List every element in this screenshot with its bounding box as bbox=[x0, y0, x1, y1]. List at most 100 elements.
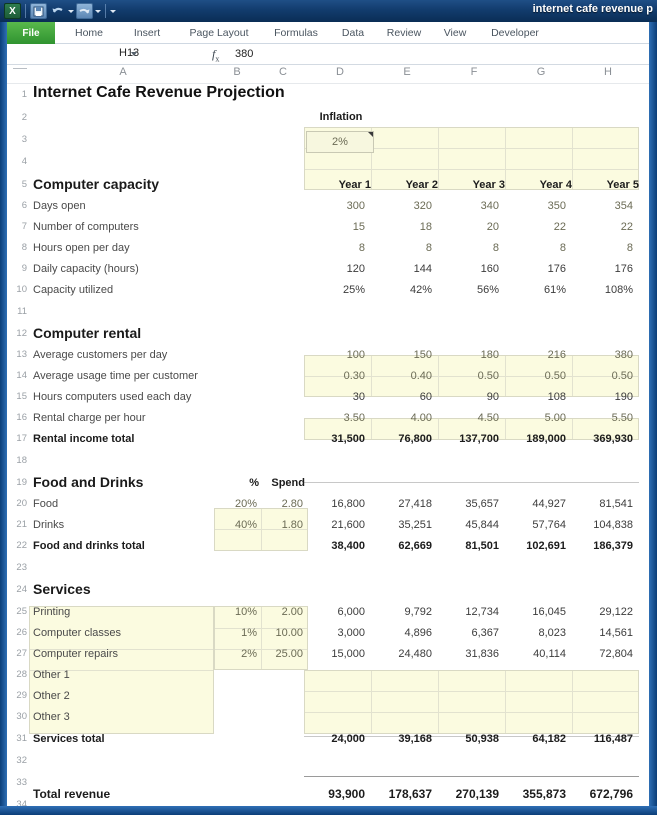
cell-repairs-pct[interactable]: 2% bbox=[217, 648, 257, 660]
cell-repairs-spend[interactable]: 25.00 bbox=[259, 648, 303, 660]
tab-home[interactable]: Home bbox=[65, 22, 113, 44]
cell-rental-total-y4[interactable]: 189,000 bbox=[512, 433, 566, 445]
tab-file[interactable]: File bbox=[7, 22, 55, 44]
row-header-3[interactable]: 3 bbox=[7, 134, 27, 145]
column-header-c[interactable]: C bbox=[263, 66, 303, 78]
row-header-9[interactable]: 9 bbox=[7, 263, 27, 274]
name-box-dropdown-icon[interactable] bbox=[131, 52, 137, 56]
cell-drinks-y2[interactable]: 35,251 bbox=[378, 519, 432, 531]
cell-hours-open-y5[interactable]: 8 bbox=[579, 242, 633, 254]
cell-drinks-spend[interactable]: 1.80 bbox=[259, 519, 303, 531]
cell-repairs-y2[interactable]: 24,480 bbox=[378, 648, 432, 660]
row-header-14[interactable]: 14 bbox=[7, 370, 27, 381]
row-header-6[interactable]: 6 bbox=[7, 200, 27, 211]
row-header-31[interactable]: 31 bbox=[7, 733, 27, 744]
row-header-27[interactable]: 27 bbox=[7, 648, 27, 659]
cell-food-drinks-total-y5[interactable]: 186,379 bbox=[579, 540, 633, 552]
cell-daily-capacity-y3[interactable]: 160 bbox=[445, 263, 499, 275]
cell-drinks-y5[interactable]: 104,838 bbox=[579, 519, 633, 531]
cell-hours-open-y1[interactable]: 8 bbox=[311, 242, 365, 254]
column-header-f[interactable]: F bbox=[454, 66, 494, 78]
row-label-other-1[interactable]: Other 1 bbox=[33, 669, 70, 681]
cell-rental-charge-y5[interactable]: 5.50 bbox=[579, 412, 633, 424]
row-header-13[interactable]: 13 bbox=[7, 349, 27, 360]
row-header-11[interactable]: 11 bbox=[7, 306, 27, 317]
row-header-24[interactable]: 24 bbox=[7, 584, 27, 595]
row-header-7[interactable]: 7 bbox=[7, 221, 27, 232]
row-label-computer-repairs[interactable]: Computer repairs bbox=[33, 648, 118, 660]
cell-hours-open-y4[interactable]: 8 bbox=[512, 242, 566, 254]
column-header-a[interactable]: A bbox=[103, 66, 143, 78]
tab-insert[interactable]: Insert bbox=[123, 22, 171, 44]
tab-developer[interactable]: Developer bbox=[481, 22, 549, 44]
cell-printing-y3[interactable]: 12,734 bbox=[445, 606, 499, 618]
row-header-23[interactable]: 23 bbox=[7, 562, 27, 573]
cell-avg-customers-y1[interactable]: 100 bbox=[311, 349, 365, 361]
cell-total-revenue-y1[interactable]: 93,900 bbox=[311, 787, 365, 801]
cell-capacity-utilized-y3[interactable]: 56% bbox=[445, 284, 499, 296]
cell-food-y1[interactable]: 16,800 bbox=[311, 498, 365, 510]
row-header-34[interactable]: 34 bbox=[7, 799, 27, 806]
cell-repairs-y3[interactable]: 31,836 bbox=[445, 648, 499, 660]
row-header-22[interactable]: 22 bbox=[7, 540, 27, 551]
redo-icon[interactable] bbox=[76, 3, 93, 19]
cell-services-total-y3[interactable]: 50,938 bbox=[445, 733, 499, 745]
cell-avg-customers-y4[interactable]: 216 bbox=[512, 349, 566, 361]
cell-num-computers-y4[interactable]: 22 bbox=[512, 221, 566, 233]
cell-classes-pct[interactable]: 1% bbox=[217, 627, 257, 639]
cell-drinks-y4[interactable]: 57,764 bbox=[512, 519, 566, 531]
cell-printing-y2[interactable]: 9,792 bbox=[378, 606, 432, 618]
column-header-d[interactable]: D bbox=[320, 66, 360, 78]
cell-avg-customers-y5[interactable]: 380 bbox=[579, 349, 633, 361]
quick-access-toolbar[interactable]: X bbox=[4, 2, 116, 20]
save-icon[interactable] bbox=[30, 3, 47, 19]
tab-review[interactable]: Review bbox=[379, 22, 429, 44]
insert-function-icon[interactable]: fx bbox=[212, 47, 219, 63]
cell-avg-usage-y4[interactable]: 0.50 bbox=[512, 370, 566, 382]
cell-daily-capacity-y4[interactable]: 176 bbox=[512, 263, 566, 275]
cell-avg-usage-y3[interactable]: 0.50 bbox=[445, 370, 499, 382]
cell-food-pct[interactable]: 20% bbox=[217, 498, 257, 510]
cell-printing-y1[interactable]: 6,000 bbox=[311, 606, 365, 618]
column-header-h[interactable]: H bbox=[588, 66, 628, 78]
cell-repairs-y1[interactable]: 15,000 bbox=[311, 648, 365, 660]
row-header-30[interactable]: 30 bbox=[7, 711, 27, 722]
row-header-25[interactable]: 25 bbox=[7, 606, 27, 617]
cell-num-computers-y5[interactable]: 22 bbox=[579, 221, 633, 233]
cell-rental-total-y3[interactable]: 137,700 bbox=[445, 433, 499, 445]
cell-drinks-pct[interactable]: 40% bbox=[217, 519, 257, 531]
row-header-18[interactable]: 18 bbox=[7, 455, 27, 466]
cell-drinks-y1[interactable]: 21,600 bbox=[311, 519, 365, 531]
cell-hours-used-y4[interactable]: 108 bbox=[512, 391, 566, 403]
cell-days-open-y5[interactable]: 354 bbox=[579, 200, 633, 212]
cell-avg-customers-y3[interactable]: 180 bbox=[445, 349, 499, 361]
cell-daily-capacity-y5[interactable]: 176 bbox=[579, 263, 633, 275]
cell-food-y3[interactable]: 35,657 bbox=[445, 498, 499, 510]
cell-services-total-y1[interactable]: 24,000 bbox=[311, 733, 365, 745]
cell-printing-spend[interactable]: 2.00 bbox=[259, 606, 303, 618]
cell-avg-customers-y2[interactable]: 150 bbox=[378, 349, 432, 361]
cell-capacity-utilized-y2[interactable]: 42% bbox=[378, 284, 432, 296]
cell-food-drinks-total-y2[interactable]: 62,669 bbox=[378, 540, 432, 552]
row-header-20[interactable]: 20 bbox=[7, 498, 27, 509]
cell-hours-used-y1[interactable]: 30 bbox=[311, 391, 365, 403]
cell-capacity-utilized-y5[interactable]: 108% bbox=[579, 284, 633, 296]
cell-classes-y5[interactable]: 14,561 bbox=[579, 627, 633, 639]
cell-rental-charge-y3[interactable]: 4.50 bbox=[445, 412, 499, 424]
column-header-e[interactable]: E bbox=[387, 66, 427, 78]
cell-printing-y5[interactable]: 29,122 bbox=[579, 606, 633, 618]
cell-food-y2[interactable]: 27,418 bbox=[378, 498, 432, 510]
row-header-2[interactable]: 2 bbox=[7, 112, 27, 123]
cell-classes-spend[interactable]: 10.00 bbox=[259, 627, 303, 639]
row-header-32[interactable]: 32 bbox=[7, 755, 27, 766]
row-header-16[interactable]: 16 bbox=[7, 412, 27, 423]
row-header-8[interactable]: 8 bbox=[7, 242, 27, 253]
cell-num-computers-y2[interactable]: 18 bbox=[378, 221, 432, 233]
cell-repairs-y5[interactable]: 72,804 bbox=[579, 648, 633, 660]
cell-repairs-y4[interactable]: 40,114 bbox=[512, 648, 566, 660]
cell-food-drinks-total-y1[interactable]: 38,400 bbox=[311, 540, 365, 552]
row-header-21[interactable]: 21 bbox=[7, 519, 27, 530]
cell-classes-y4[interactable]: 8,023 bbox=[512, 627, 566, 639]
cell-daily-capacity-y1[interactable]: 120 bbox=[311, 263, 365, 275]
cell-rental-total-y1[interactable]: 31,500 bbox=[311, 433, 365, 445]
